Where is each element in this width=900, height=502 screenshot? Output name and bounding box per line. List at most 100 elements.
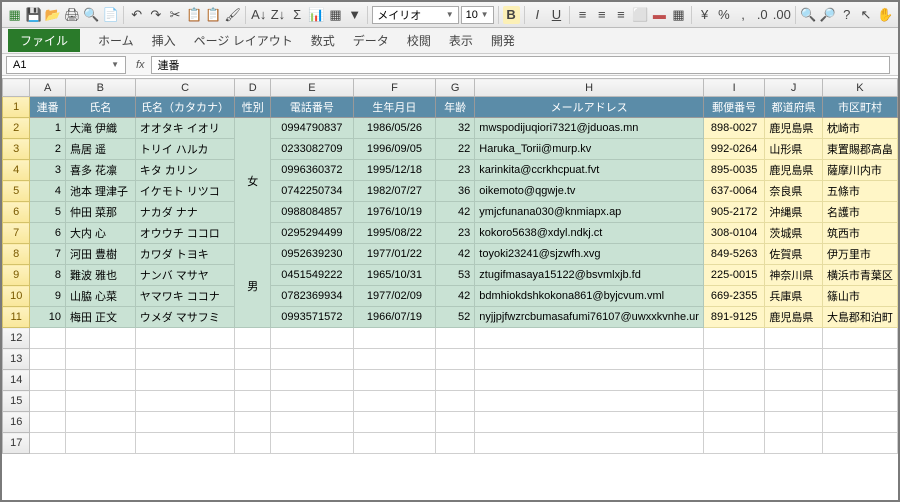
data-cell[interactable]: 横浜市青葉区 bbox=[822, 265, 897, 286]
data-cell[interactable]: 992-0264 bbox=[703, 139, 764, 160]
data-cell[interactable]: 河田 豊樹 bbox=[65, 244, 135, 265]
data-cell[interactable]: karinkita@ccrkhcpuat.fvt bbox=[475, 160, 704, 181]
print-icon[interactable]: 🖨 bbox=[64, 6, 81, 24]
empty-cell[interactable] bbox=[235, 391, 271, 412]
empty-cell[interactable] bbox=[703, 433, 764, 454]
data-cell[interactable]: 4 bbox=[30, 181, 66, 202]
row-header[interactable]: 9 bbox=[3, 265, 30, 286]
empty-cell[interactable] bbox=[475, 433, 704, 454]
data-cell[interactable]: 0451549222 bbox=[271, 265, 354, 286]
data-cell[interactable]: 0782369934 bbox=[271, 286, 354, 307]
empty-cell[interactable] bbox=[475, 391, 704, 412]
data-cell[interactable]: oikemoto@qgwje.tv bbox=[475, 181, 704, 202]
data-cell[interactable]: オオタキ イオリ bbox=[135, 118, 235, 139]
align-right-icon[interactable]: ≡ bbox=[612, 6, 629, 24]
percent-icon[interactable]: % bbox=[715, 6, 732, 24]
data-cell[interactable]: 1 bbox=[30, 118, 66, 139]
data-cell[interactable]: 茨城県 bbox=[765, 223, 823, 244]
data-cell[interactable]: 225-0015 bbox=[703, 265, 764, 286]
row-header[interactable]: 5 bbox=[3, 181, 30, 202]
row-header[interactable]: 13 bbox=[3, 349, 30, 370]
data-cell[interactable]: ナンバ マサヤ bbox=[135, 265, 235, 286]
empty-cell[interactable] bbox=[353, 349, 435, 370]
data-cell[interactable]: カワダ トヨキ bbox=[135, 244, 235, 265]
formula-bar[interactable]: 連番 bbox=[151, 56, 890, 74]
empty-cell[interactable] bbox=[135, 412, 235, 433]
empty-cell[interactable] bbox=[271, 433, 354, 454]
table-header-cell[interactable]: 郵便番号 bbox=[703, 97, 764, 118]
row-header[interactable]: 2 bbox=[3, 118, 30, 139]
ribbon-tab[interactable]: 表示 bbox=[449, 32, 473, 49]
data-cell[interactable]: 9 bbox=[30, 286, 66, 307]
data-cell[interactable]: toyoki23241@sjzwfh.xvg bbox=[475, 244, 704, 265]
data-cell[interactable]: kokoro5638@xdyl.ndkj.ct bbox=[475, 223, 704, 244]
empty-cell[interactable] bbox=[135, 391, 235, 412]
data-cell[interactable]: 沖縄県 bbox=[765, 202, 823, 223]
empty-cell[interactable] bbox=[703, 328, 764, 349]
data-cell[interactable]: 895-0035 bbox=[703, 160, 764, 181]
empty-cell[interactable] bbox=[30, 349, 66, 370]
empty-cell[interactable] bbox=[822, 391, 897, 412]
ribbon-tab[interactable]: 開発 bbox=[491, 32, 515, 49]
gender-cell[interactable]: 女 bbox=[235, 118, 271, 244]
ribbon-tab[interactable]: 校閲 bbox=[407, 32, 431, 49]
filter-icon[interactable]: ▼ bbox=[346, 6, 363, 24]
currency-icon[interactable]: ¥ bbox=[696, 6, 713, 24]
ribbon-tab[interactable]: 数式 bbox=[311, 32, 335, 49]
select-all-corner[interactable] bbox=[3, 79, 30, 97]
data-cell[interactable]: 669-2355 bbox=[703, 286, 764, 307]
data-cell[interactable]: 五條市 bbox=[822, 181, 897, 202]
empty-cell[interactable] bbox=[353, 391, 435, 412]
data-cell[interactable]: 1995/12/18 bbox=[353, 160, 435, 181]
empty-cell[interactable] bbox=[765, 349, 823, 370]
data-cell[interactable]: 42 bbox=[436, 244, 475, 265]
column-header[interactable]: J bbox=[765, 79, 823, 97]
data-cell[interactable]: 42 bbox=[436, 202, 475, 223]
data-cell[interactable]: ymjcfunana030@knmiapx.ap bbox=[475, 202, 704, 223]
data-cell[interactable]: nyjjpjfwzrcbumasafumi76107@uwxxkvnhe.ur bbox=[475, 307, 704, 328]
row-header[interactable]: 10 bbox=[3, 286, 30, 307]
column-header[interactable]: H bbox=[475, 79, 704, 97]
empty-cell[interactable] bbox=[65, 349, 135, 370]
data-cell[interactable]: 大内 心 bbox=[65, 223, 135, 244]
help-icon[interactable]: ? bbox=[838, 6, 855, 24]
data-cell[interactable]: 名護市 bbox=[822, 202, 897, 223]
data-cell[interactable]: 23 bbox=[436, 160, 475, 181]
empty-cell[interactable] bbox=[135, 370, 235, 391]
pointer-icon[interactable]: ↖ bbox=[857, 6, 874, 24]
empty-cell[interactable] bbox=[271, 412, 354, 433]
data-cell[interactable]: 山形県 bbox=[765, 139, 823, 160]
empty-cell[interactable] bbox=[822, 370, 897, 391]
data-cell[interactable]: 5 bbox=[30, 202, 66, 223]
dec-dec-icon[interactable]: .00 bbox=[773, 6, 791, 24]
fill-icon[interactable]: ▬ bbox=[651, 6, 668, 24]
italic-icon[interactable]: I bbox=[529, 6, 546, 24]
data-cell[interactable]: 大滝 伊織 bbox=[65, 118, 135, 139]
merge-icon[interactable]: ⬜ bbox=[632, 6, 649, 24]
file-tab[interactable]: ファイル bbox=[8, 29, 80, 52]
empty-cell[interactable] bbox=[353, 328, 435, 349]
data-cell[interactable]: 0994790837 bbox=[271, 118, 354, 139]
data-cell[interactable]: 0742250734 bbox=[271, 181, 354, 202]
data-cell[interactable]: 1976/10/19 bbox=[353, 202, 435, 223]
undo-icon[interactable]: ↶ bbox=[128, 6, 145, 24]
data-cell[interactable]: 1966/07/19 bbox=[353, 307, 435, 328]
data-cell[interactable]: 6 bbox=[30, 223, 66, 244]
open-icon[interactable]: 📂 bbox=[44, 6, 61, 24]
data-cell[interactable]: 637-0064 bbox=[703, 181, 764, 202]
data-cell[interactable]: mwspodijuqiori7321@jduoas.mn bbox=[475, 118, 704, 139]
data-cell[interactable]: オウウチ ココロ bbox=[135, 223, 235, 244]
data-cell[interactable]: 905-2172 bbox=[703, 202, 764, 223]
row-header[interactable]: 16 bbox=[3, 412, 30, 433]
data-cell[interactable]: 10 bbox=[30, 307, 66, 328]
borders-icon[interactable]: ▦ bbox=[670, 6, 687, 24]
empty-cell[interactable] bbox=[65, 370, 135, 391]
data-cell[interactable]: Haruka_Torii@murp.kv bbox=[475, 139, 704, 160]
empty-cell[interactable] bbox=[235, 370, 271, 391]
data-cell[interactable]: 1977/01/22 bbox=[353, 244, 435, 265]
empty-cell[interactable] bbox=[822, 328, 897, 349]
data-cell[interactable]: 1996/09/05 bbox=[353, 139, 435, 160]
empty-cell[interactable] bbox=[30, 412, 66, 433]
data-cell[interactable]: ウメダ マサフミ bbox=[135, 307, 235, 328]
data-cell[interactable]: 32 bbox=[436, 118, 475, 139]
